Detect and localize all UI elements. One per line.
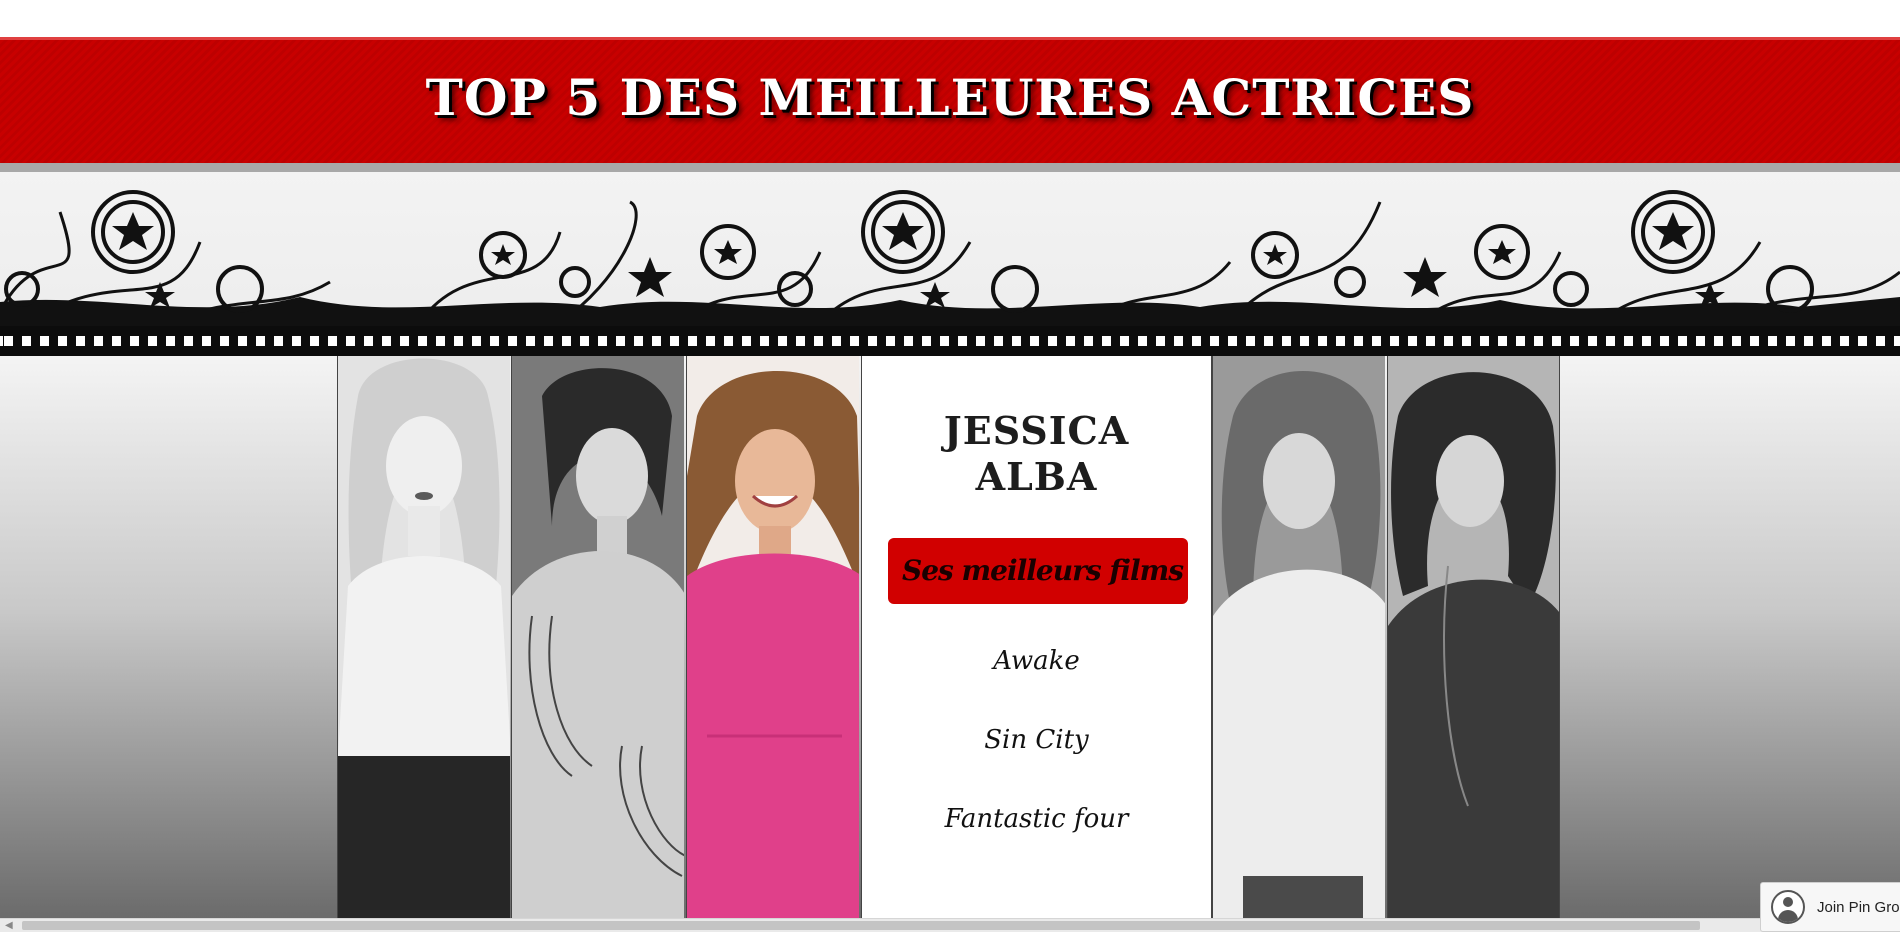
actress-photo-5[interactable] <box>1387 356 1560 918</box>
swirl-stars-illustration <box>0 190 1900 332</box>
actress-first-name: JESSICA <box>943 408 1130 453</box>
actress-info-panel: JESSICA ALBA Ses meilleurs films Awake S… <box>861 356 1212 918</box>
actress-last-name: ALBA <box>975 454 1098 499</box>
portrait-curly-hair-image <box>1388 356 1559 918</box>
page-header: TOP 5 DES MEILLEURES ACTRICES <box>0 37 1900 163</box>
join-pin-group-label: Join Pin Grou <box>1817 898 1900 916</box>
scroll-left-arrow-icon[interactable]: ◀ <box>5 919 13 932</box>
top-whitespace <box>0 0 1900 37</box>
actress-photo-3-selected[interactable] <box>686 356 859 918</box>
scrollbar-thumb[interactable] <box>22 921 1700 930</box>
header-divider <box>0 163 1900 172</box>
join-pin-group-widget[interactable]: Join Pin Grou <box>1760 882 1900 932</box>
best-films-button[interactable]: Ses meilleurs films <box>888 538 1188 604</box>
film-item-awake[interactable]: Awake <box>862 646 1211 676</box>
actress-gallery: JESSICA ALBA Ses meilleurs films Awake S… <box>0 356 1900 918</box>
portrait-blonde-image <box>338 356 510 918</box>
user-avatar-icon <box>1771 890 1805 924</box>
portrait-jessica-alba-image <box>687 356 859 918</box>
actress-photo-4[interactable] <box>1212 356 1385 918</box>
actress-photo-2[interactable] <box>511 356 684 918</box>
portrait-wavy-hair-image <box>1213 356 1385 918</box>
filmstrip-border <box>0 326 1900 356</box>
film-item-fantastic-four[interactable]: Fantastic four <box>862 804 1211 834</box>
actress-photo-1[interactable] <box>337 356 510 918</box>
horizontal-scrollbar[interactable]: ◀ <box>0 918 1900 932</box>
actress-name: JESSICA ALBA <box>862 408 1211 500</box>
portrait-dark-hair-image <box>512 356 684 918</box>
page-title: TOP 5 DES MEILLEURES ACTRICES <box>425 68 1475 127</box>
film-item-sin-city[interactable]: Sin City <box>862 725 1211 755</box>
filmstrip-holes <box>0 336 1900 346</box>
